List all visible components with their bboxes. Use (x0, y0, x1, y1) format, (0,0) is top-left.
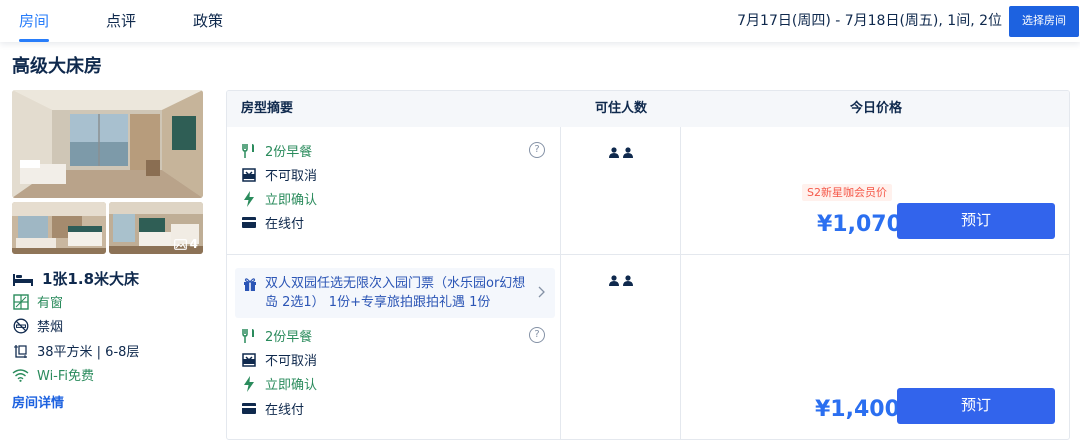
header-occupancy: 可住人数 (594, 101, 647, 116)
guest-capacity-icon (609, 275, 633, 286)
window-label: 有窗 (37, 296, 64, 311)
image-icon (173, 238, 187, 250)
package-offer[interactable]: 双人双园任选无限次入园门票（水乐园or幻想岛 2选1） 1份+专享旅拍跟拍礼遇 … (235, 268, 555, 318)
room-price: ¥1,070 (817, 212, 902, 237)
chevron-right-icon (538, 286, 545, 298)
room-area-icon (12, 342, 29, 359)
perk-confirmation: 立即确认 (241, 374, 317, 393)
lightning-icon (241, 190, 257, 207)
help-icon[interactable]: ? (529, 327, 545, 343)
card-icon (241, 401, 257, 417)
card-icon (241, 215, 257, 231)
bed-info: 1张1.8米大床 (12, 268, 139, 289)
gift-icon (244, 278, 256, 291)
perk-cancellation: 不可取消 (241, 350, 317, 369)
perk-label: 在线付 (265, 217, 305, 232)
member-price-tag: S2新星咖会员价 (802, 184, 892, 201)
perk-payment: 在线付 (241, 213, 304, 232)
photo-count: 4 (173, 237, 198, 251)
lightning-icon (241, 375, 257, 392)
tab-reviews[interactable]: 点评 (106, 0, 136, 42)
person-icon (609, 147, 619, 158)
person-icon (623, 275, 633, 286)
column-divider (680, 127, 681, 439)
rate-table: 房型摘要 可住人数 今日价格 2份早餐 ? 不可取消 立即确认 在线付 S2新星… (226, 90, 1070, 440)
perk-label: 不可取消 (265, 169, 318, 184)
window-info: 有窗 (12, 292, 63, 311)
area-floor-info: 38平方米 | 6-8层 (12, 341, 139, 360)
book-button[interactable]: 预订 (897, 388, 1055, 424)
no-cancel-icon (241, 167, 257, 183)
smoking-info: 禁烟 (12, 316, 63, 335)
perk-breakfast: 2份早餐 (241, 326, 312, 345)
column-divider (560, 127, 561, 439)
room-photo-thumb[interactable] (12, 202, 106, 254)
guest-capacity-icon (609, 147, 633, 158)
header-price: 今日价格 (849, 101, 902, 116)
room-photo-more[interactable]: 4 (109, 202, 203, 254)
perk-label: 立即确认 (265, 378, 318, 393)
perk-label: 2份早餐 (265, 330, 313, 345)
person-icon (609, 275, 619, 286)
smoking-label: 禁烟 (37, 320, 64, 335)
perk-breakfast: 2份早餐 (241, 141, 312, 160)
tab-policy[interactable]: 政策 (193, 0, 223, 42)
room-price: ¥1,400 (815, 397, 900, 422)
room-photo-main[interactable] (12, 90, 203, 198)
no-smoking-icon (12, 317, 29, 334)
person-icon (623, 147, 633, 158)
fork-knife-icon (241, 328, 257, 344)
perk-confirmation: 立即确认 (241, 189, 317, 208)
help-icon[interactable]: ? (529, 142, 545, 158)
area-floor-label: 38平方米 | 6-8层 (37, 345, 140, 360)
wifi-label: Wi-Fi免费 (37, 369, 95, 384)
tab-rooms[interactable]: 房间 (19, 0, 50, 42)
package-description: 双人双园任选无限次入园门票（水乐园or幻想岛 2选1） 1份+专享旅拍跟拍礼遇 … (265, 276, 526, 310)
perk-label: 在线付 (265, 403, 305, 418)
perk-label: 立即确认 (265, 193, 318, 208)
room-title: 高级大床房 (12, 56, 102, 77)
top-nav: 房间 点评 政策 7月17日(周四) - 7月18日(周五), 1间, 2位 选… (0, 0, 1080, 42)
wifi-info: Wi-Fi免费 (12, 365, 94, 384)
date-guest-summary[interactable]: 7月17日(周四) - 7月18日(周五), 1间, 2位 (737, 0, 1002, 42)
fork-knife-icon (241, 143, 257, 159)
table-header: 房型摘要 可住人数 今日价格 (227, 91, 1069, 127)
book-button[interactable]: 预订 (897, 203, 1055, 239)
room-details-link[interactable]: 房间详情 (12, 392, 64, 411)
header-room-summary: 房型摘要 (241, 101, 294, 116)
perk-label: 不可取消 (265, 354, 318, 369)
row-divider (227, 254, 1069, 255)
no-cancel-icon (241, 352, 257, 368)
wifi-icon (12, 366, 29, 383)
bed-icon (12, 270, 34, 287)
perk-payment: 在线付 (241, 399, 304, 418)
select-room-button[interactable]: 选择房间 (1009, 6, 1079, 37)
window-icon (12, 293, 29, 310)
bed-label: 1张1.8米大床 (42, 270, 140, 288)
perk-label: 2份早餐 (265, 145, 313, 160)
perk-cancellation: 不可取消 (241, 165, 317, 184)
photo-count-label: 4 (189, 237, 198, 251)
